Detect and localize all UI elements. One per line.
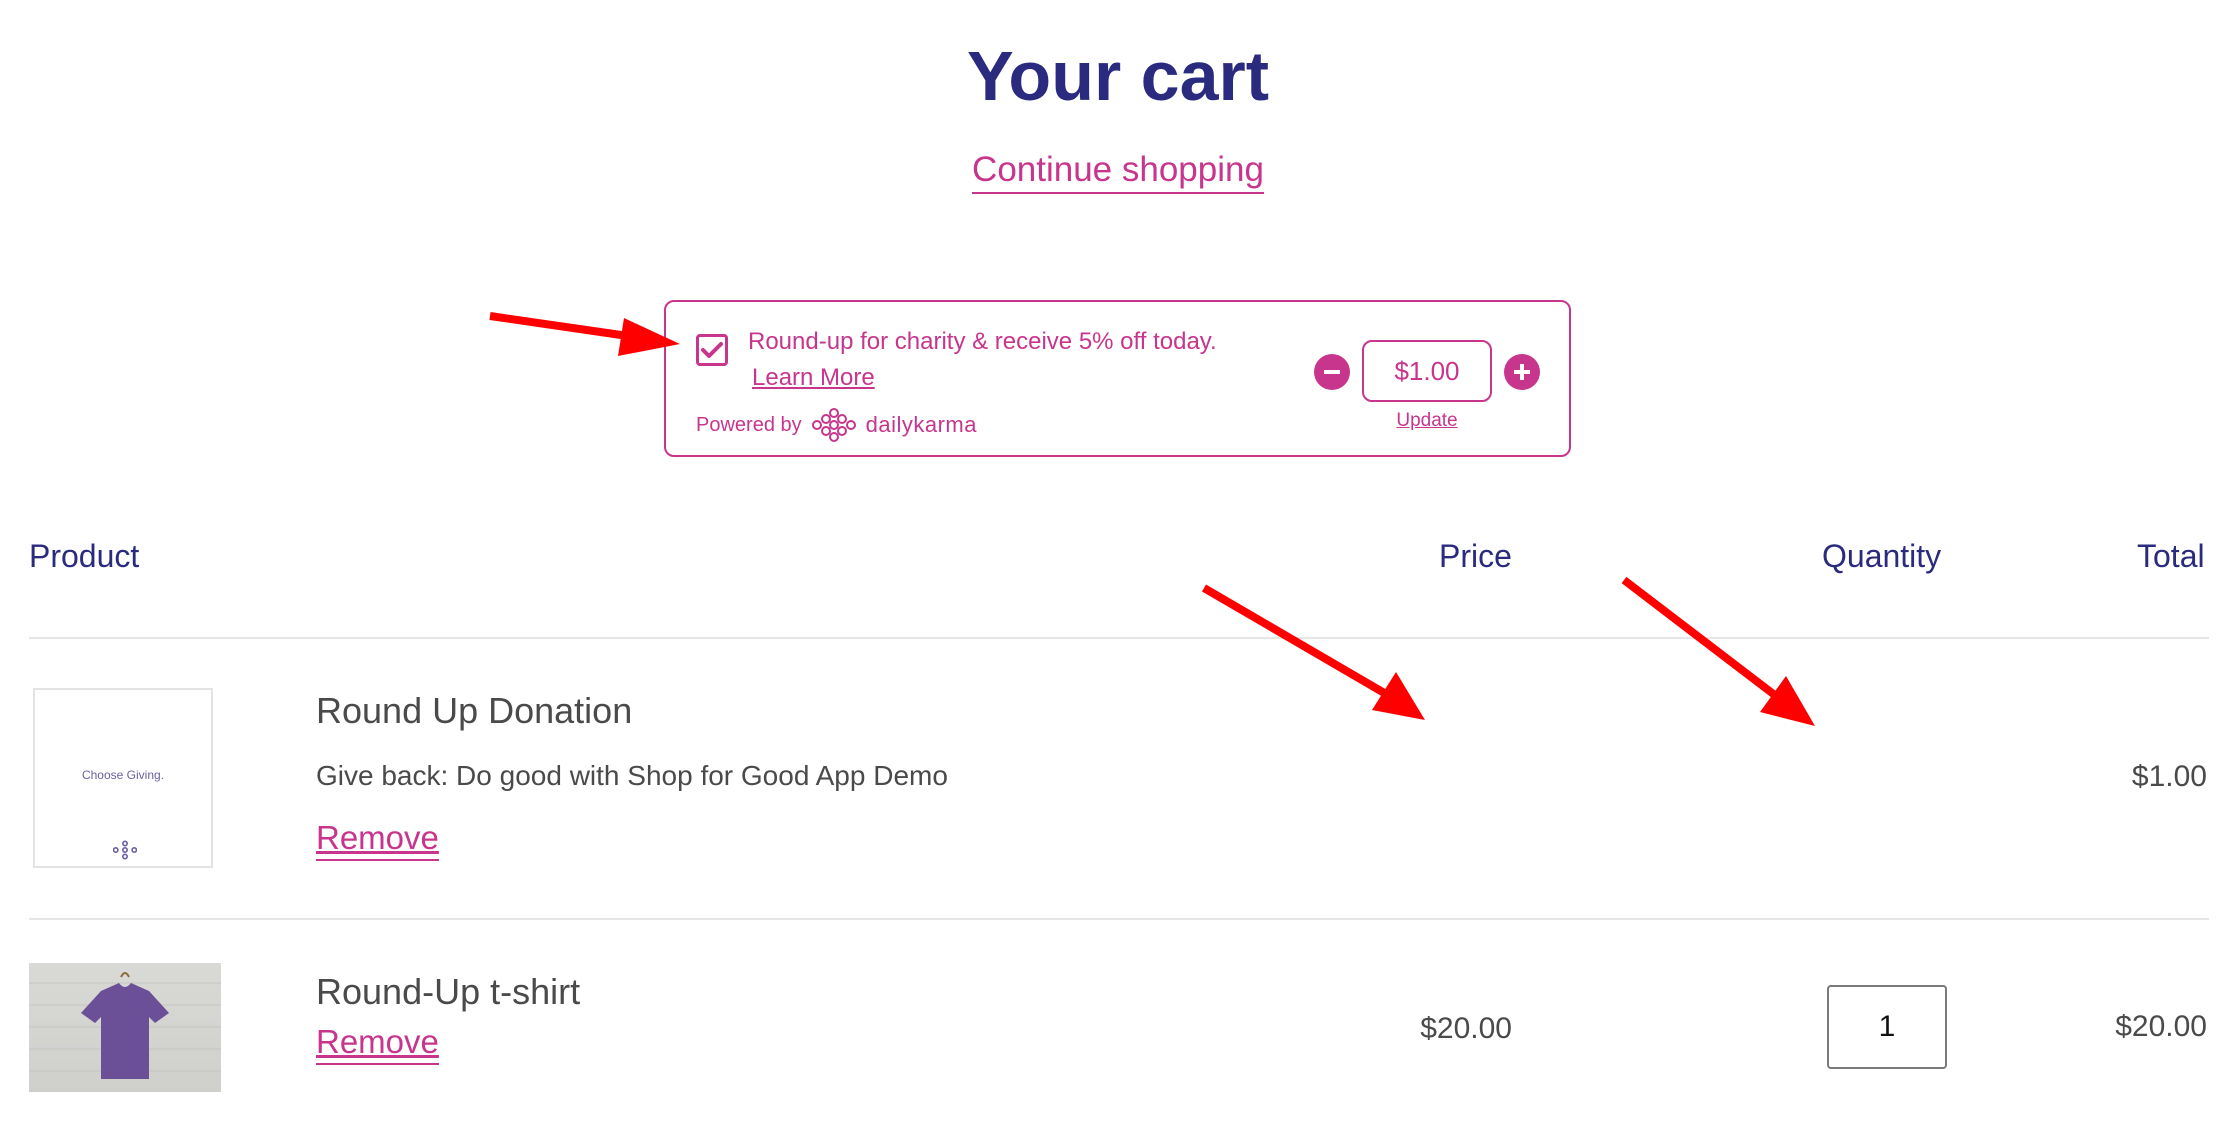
product-description: Give back: Do good with Shop for Good Ap… — [316, 760, 948, 791]
continue-shopping-container: Continue shopping — [0, 150, 2236, 194]
dailykarma-logo-icon — [811, 408, 856, 442]
product-thumbnail[interactable] — [29, 963, 221, 1092]
increase-button[interactable] — [1504, 354, 1540, 390]
roundup-text: Round-up for charity & receive 5% off to… — [748, 328, 1217, 355]
powered-by-label: Powered by — [696, 413, 802, 436]
decrease-button[interactable] — [1314, 354, 1350, 390]
dailykarma-logo-icon — [113, 840, 137, 860]
thumb-text: Choose Giving. — [81, 768, 165, 782]
tshirt-image — [29, 972, 221, 1079]
checkmark-icon — [701, 342, 723, 358]
roundup-amount[interactable]: $1.00 — [1362, 340, 1492, 402]
product-name[interactable]: Round Up Donation — [316, 690, 632, 732]
learn-more-link[interactable]: Learn More — [752, 364, 875, 392]
header-price: Price — [1439, 538, 1512, 574]
roundup-checkbox[interactable] — [696, 334, 728, 366]
product-name[interactable]: Round-Up t-shirt — [316, 971, 580, 1013]
divider — [29, 918, 2209, 920]
brand-name: dailykarma — [865, 412, 977, 437]
product-thumbnail[interactable]: Choose Giving. — [33, 688, 213, 868]
plus-icon — [1514, 364, 1530, 380]
minus-icon — [1324, 370, 1340, 374]
header-total: Total — [2137, 538, 2205, 574]
divider — [29, 637, 2209, 639]
header-quantity: Quantity — [1822, 538, 1942, 574]
header-product: Product — [29, 538, 140, 574]
roundup-widget: Round-up for charity & receive 5% off to… — [664, 300, 1571, 457]
row-total: $20.00 — [2115, 1010, 2207, 1043]
row-price: $20.00 — [1420, 1012, 1512, 1045]
quantity-input[interactable] — [1827, 985, 1947, 1069]
remove-link[interactable]: Remove — [316, 819, 439, 861]
row-total: $1.00 — [2131, 760, 2207, 793]
update-link[interactable]: Update — [1362, 410, 1492, 432]
continue-shopping-link[interactable]: Continue shopping — [972, 150, 1264, 194]
page-title: Your cart — [966, 37, 1270, 115]
remove-link[interactable]: Remove — [316, 1023, 439, 1065]
powered-by: Powered by dailykarma — [696, 408, 977, 442]
